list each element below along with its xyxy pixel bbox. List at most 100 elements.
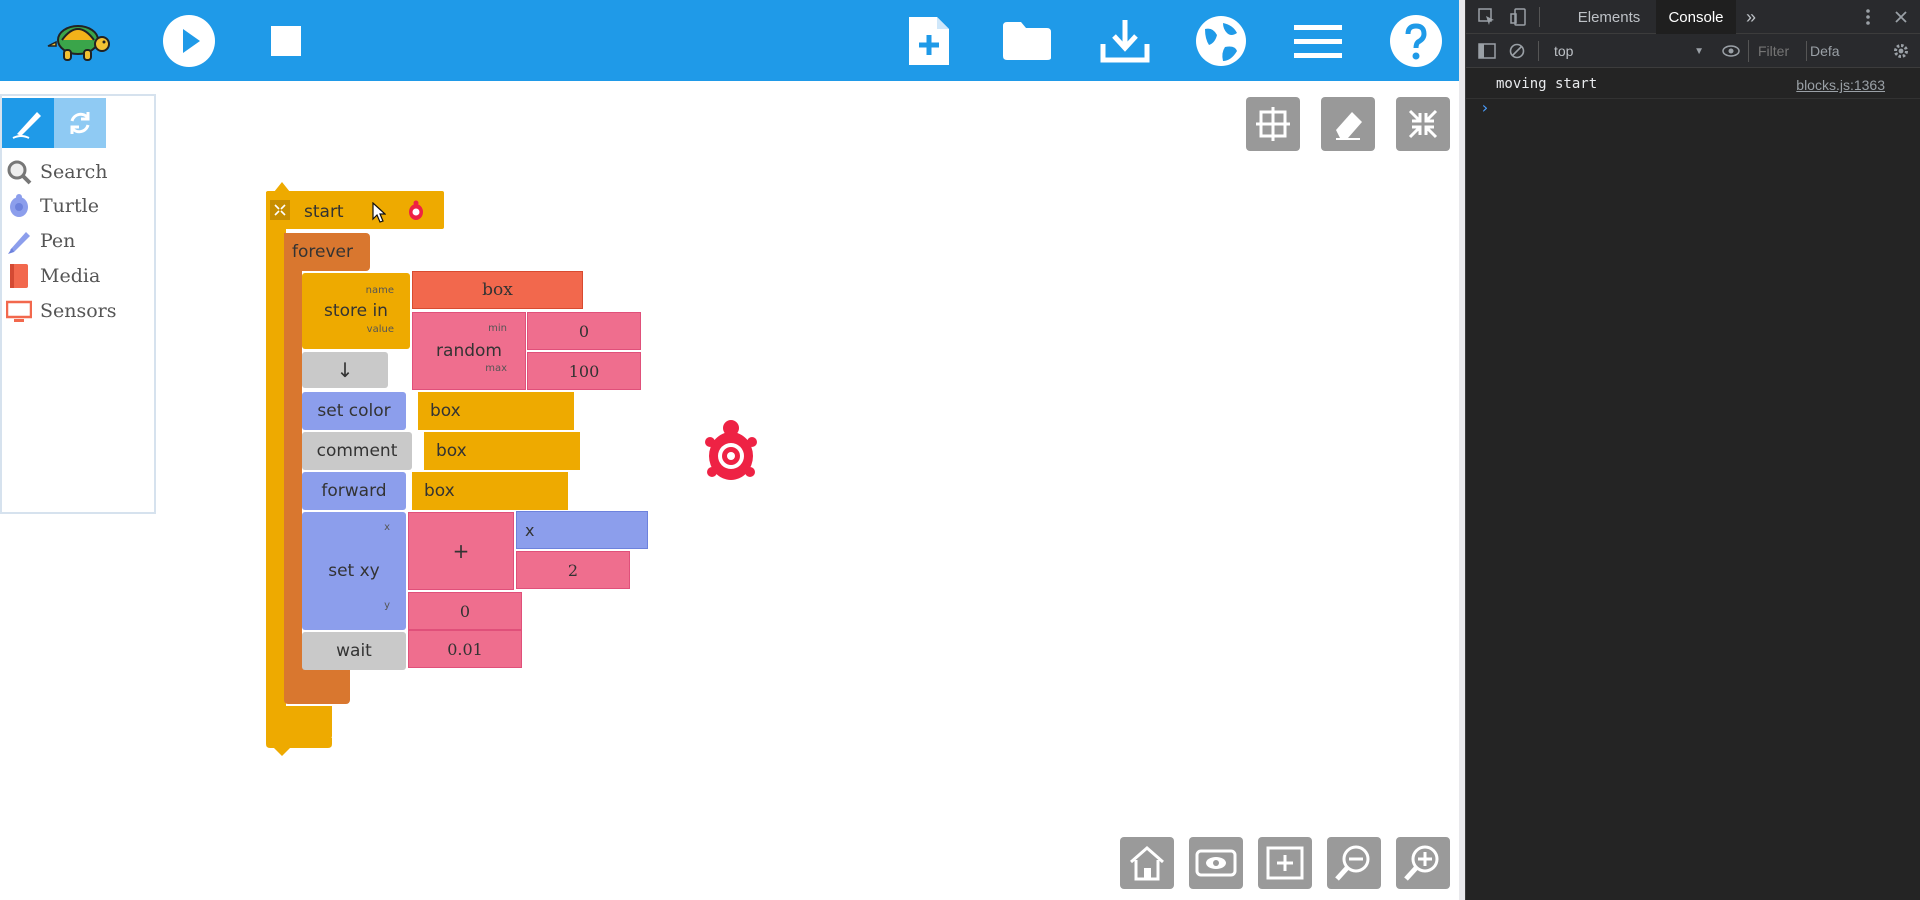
palette-item-media[interactable]: Media [6,262,100,290]
stop-button[interactable] [255,10,317,72]
value-port-label: value [366,324,394,335]
random-max-value[interactable]: 100 [527,352,641,390]
max-port-label: max [485,363,507,374]
palette-item-search[interactable]: Search [6,158,108,186]
palette-item-pen[interactable]: Pen [6,227,75,255]
expand-collapse-button[interactable] [1258,837,1312,889]
two-value-block[interactable]: 2 [516,551,630,589]
x-variable-block[interactable]: x [516,511,648,549]
set-xy-label: set xy [328,561,380,581]
random-min-value[interactable]: 0 [527,312,641,350]
store-in-block[interactable]: store in name value [302,273,410,349]
language-button[interactable] [1190,10,1252,72]
grid-icon [1256,107,1290,141]
forever-block-foot [284,664,350,704]
collapse-icon [1408,109,1438,139]
block-palette: Search Turtle Pen Media Sensors [0,94,156,514]
clear-button[interactable] [1321,97,1375,151]
zoom-in-button[interactable] [1396,837,1450,889]
close-icon[interactable] [1890,6,1912,28]
grid-button[interactable] [1246,97,1300,151]
chevron-down-icon: ▼ [1694,45,1704,57]
palette-item-label: Turtle [40,195,99,217]
comment-block[interactable]: comment [302,432,412,470]
eraser-icon [1336,112,1362,140]
palette-item-label: Search [40,161,108,183]
collapse-button[interactable] [1396,97,1450,151]
set-xy-block[interactable]: set xy x y [302,512,406,630]
random-block[interactable]: random min max [412,312,526,390]
search-icon [7,160,32,185]
start-block[interactable]: start [266,191,444,229]
settings-gear-icon[interactable] [1890,40,1912,62]
x-port-label: x [384,522,390,533]
forever-block-arm [284,268,302,668]
log-levels-dropdown[interactable]: Defa [1810,43,1840,59]
filter-input[interactable] [1754,40,1802,62]
palette-item-turtle[interactable]: Turtle [6,192,99,220]
store-in-label: store in [324,301,388,321]
tab-console[interactable]: Console [1656,0,1736,34]
tab-divider [1539,7,1540,27]
clear-console-icon[interactable] [1506,40,1528,62]
forward-block[interactable]: forward [302,472,406,510]
download-button[interactable] [1094,10,1156,72]
home-icon [1130,846,1164,881]
eye-icon [1195,849,1237,877]
toolbar-divider [1538,41,1539,61]
random-label: random [436,341,502,361]
device-toolbar-icon[interactable] [1508,6,1530,28]
box-name-block[interactable]: box [412,271,583,309]
kebab-menu-icon[interactable] [1857,6,1879,28]
pen-tab-icon [12,112,41,139]
devtools-panel: Elements Console » top ▼ Defa [1465,0,1920,900]
more-tabs-button[interactable]: » [1738,0,1764,34]
live-expression-icon[interactable] [1720,40,1742,62]
console-toolbar: top ▼ Defa [1466,34,1920,68]
show-hide-button[interactable] [1189,837,1243,889]
devtools-tab-bar: Elements Console » [1466,0,1920,34]
console-prompt-row[interactable]: › [1474,98,1914,122]
wait-block[interactable]: wait [302,632,406,670]
turtle-sprite[interactable] [704,418,758,484]
set-color-block[interactable]: set color [302,392,406,430]
console-output: moving start blocks.js:1363 › [1466,68,1920,900]
forward-arg[interactable]: box [412,472,568,510]
comment-arg[interactable]: box [424,432,580,470]
zoom-out-icon [1335,845,1370,881]
new-file-button[interactable] [898,10,960,72]
forever-block[interactable]: forever [284,233,370,271]
wait-value-block[interactable]: 0.01 [408,630,522,668]
context-selector[interactable]: top ▼ [1554,41,1704,61]
open-folder-button[interactable] [996,10,1058,72]
console-log-row: moving start blocks.js:1363 [1466,72,1920,99]
sidebar-toggle-icon[interactable] [1476,40,1498,62]
refresh-tab[interactable] [54,98,106,148]
tab-elements[interactable]: Elements [1562,0,1656,34]
turtle-logo[interactable] [44,10,112,72]
run-button[interactable] [158,10,220,72]
mouse-cursor-icon [372,202,386,223]
set-color-arg[interactable]: box [418,392,574,430]
help-button[interactable] [1385,10,1447,72]
home-button[interactable] [1120,837,1174,889]
menu-button[interactable] [1287,10,1349,72]
pen-icon [8,232,30,254]
log-source-link[interactable]: blocks.js:1363 [1796,77,1885,93]
palette-item-sensors[interactable]: Sensors [6,297,117,325]
arrow-block[interactable]: ↓ [302,352,388,388]
zoom-out-button[interactable] [1327,837,1381,889]
collapse-toggle-icon[interactable] [270,200,290,220]
plus-block[interactable]: + [408,512,514,590]
turtle-sprite-icon [409,200,423,220]
toolbar-divider [1806,41,1807,61]
y-value-block[interactable]: 0 [408,592,522,630]
zoom-in-icon [1404,845,1439,881]
prompt-chevron-icon: › [1480,98,1490,117]
sensors-icon [6,300,32,322]
inspect-element-icon[interactable] [1476,6,1498,28]
palette-item-label: Pen [40,230,76,252]
pen-tab[interactable] [2,98,54,148]
fit-screen-icon [1266,846,1304,880]
start-block-arm [266,227,286,737]
